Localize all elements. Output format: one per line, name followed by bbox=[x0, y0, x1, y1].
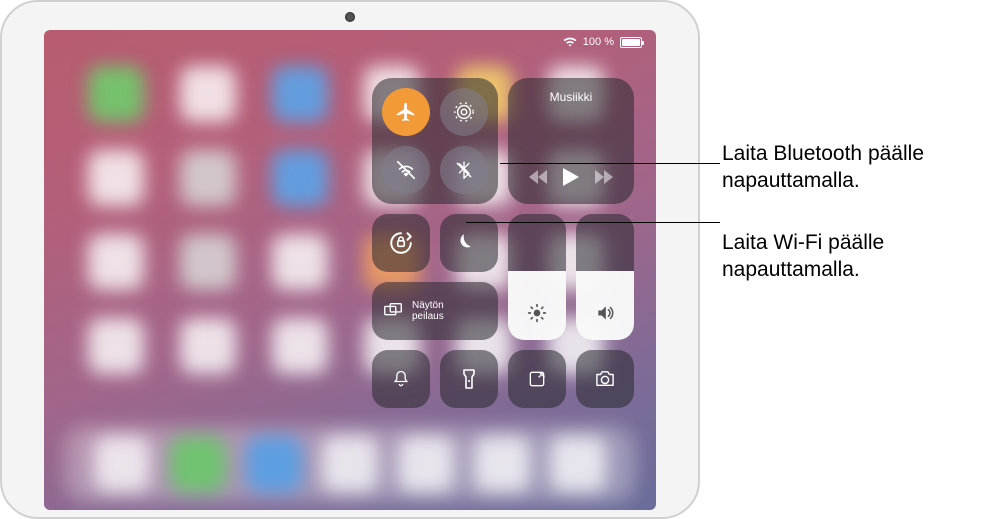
play-button[interactable] bbox=[563, 168, 579, 186]
status-bar: 100 % bbox=[563, 36, 642, 48]
rotation-lock-button[interactable] bbox=[372, 214, 430, 272]
brightness-icon bbox=[527, 303, 547, 328]
ipad-device-frame: 100 % Musiikki bbox=[0, 0, 700, 519]
volume-icon bbox=[595, 303, 615, 328]
wifi-off-icon bbox=[395, 159, 417, 181]
do-not-disturb-icon bbox=[457, 231, 481, 255]
callouts-column: Laita Bluetooth päälle napauttamalla. La… bbox=[700, 0, 987, 519]
play-icon bbox=[563, 168, 579, 186]
front-camera bbox=[345, 12, 355, 22]
battery-percent: 100 % bbox=[583, 36, 614, 48]
camera-icon bbox=[594, 370, 616, 388]
prev-track-icon bbox=[529, 170, 547, 184]
screen-mirror-icon bbox=[382, 300, 404, 322]
airdrop-icon bbox=[453, 101, 475, 123]
screen: 100 % Musiikki bbox=[44, 30, 656, 510]
bluetooth-off-icon bbox=[454, 160, 474, 180]
airplane-mode-button[interactable] bbox=[382, 88, 430, 136]
bluetooth-button[interactable] bbox=[440, 146, 488, 194]
flashlight-icon bbox=[461, 368, 477, 390]
airplane-icon bbox=[395, 101, 417, 123]
volume-slider[interactable] bbox=[576, 214, 634, 340]
quick-note-button[interactable] bbox=[508, 350, 566, 408]
camera-button[interactable] bbox=[576, 350, 634, 408]
callout-leader-line bbox=[466, 222, 720, 223]
airdrop-button[interactable] bbox=[440, 88, 488, 136]
next-track-icon bbox=[595, 170, 613, 184]
battery-icon bbox=[620, 37, 642, 48]
next-track-button[interactable] bbox=[595, 170, 613, 184]
callout-leader-line bbox=[500, 163, 720, 164]
note-icon bbox=[527, 369, 547, 389]
wifi-status-icon bbox=[563, 37, 577, 47]
screen-mirror-button[interactable]: Näytön peilaus bbox=[372, 282, 498, 340]
prev-track-button[interactable] bbox=[529, 170, 547, 184]
callout-wifi: Laita Wi-Fi päälle napauttamalla. bbox=[722, 229, 979, 284]
control-center: Musiikki bbox=[372, 78, 634, 476]
callout-bluetooth: Laita Bluetooth päälle napauttamalla. bbox=[722, 140, 979, 195]
wifi-button[interactable] bbox=[382, 146, 430, 194]
media-playback-group[interactable]: Musiikki bbox=[508, 78, 634, 204]
screen-mirror-label: Näytön peilaus bbox=[412, 300, 444, 322]
media-title: Musiikki bbox=[550, 90, 593, 104]
brightness-slider[interactable] bbox=[508, 214, 566, 340]
mute-button[interactable] bbox=[372, 350, 430, 408]
bell-icon bbox=[391, 369, 411, 389]
rotation-lock-icon bbox=[388, 230, 414, 256]
connectivity-group bbox=[372, 78, 498, 204]
media-controls bbox=[529, 168, 613, 186]
flashlight-button[interactable] bbox=[440, 350, 498, 408]
